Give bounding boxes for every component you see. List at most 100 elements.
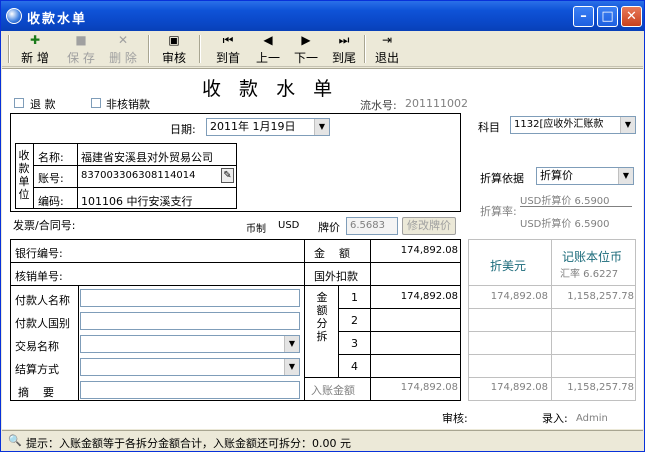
- last-button[interactable]: ⏭ 到尾: [328, 33, 360, 65]
- close-icon: ✕: [626, 9, 637, 24]
- close-button[interactable]: ✕: [621, 6, 642, 27]
- next-button[interactable]: ▶ 下一: [290, 33, 322, 65]
- rmb-value: 1,158,257.78: [567, 291, 634, 302]
- usd-column-header: 折美元: [490, 259, 527, 273]
- toolbar-separator: [199, 35, 201, 63]
- toolbar-separator: [148, 35, 150, 63]
- divider: [33, 143, 34, 209]
- amount-value: 174,892.08: [400, 245, 458, 256]
- exit-icon: ⇥: [381, 33, 393, 47]
- payer-country-input[interactable]: [80, 312, 300, 330]
- minimize-icon: –: [580, 9, 587, 24]
- divider: [468, 285, 636, 286]
- chevron-down-icon: ▼: [284, 359, 299, 375]
- audit-label: 审核:: [442, 412, 468, 425]
- rmb-total: 1,158,257.78: [567, 382, 634, 393]
- divider: [78, 285, 79, 401]
- divider: [468, 377, 636, 378]
- refund-checkbox[interactable]: [14, 98, 24, 108]
- invoice-label: 发票/合同号:: [13, 219, 76, 232]
- next-icon: ▶: [301, 33, 311, 47]
- audit-button[interactable]: ▣ 审核: [158, 33, 190, 65]
- main-window: 收款水单 – □ ✕ ✚ 新 增 ■ 保 存 ✕ 删 除 ▣ 审核 ⏮ 到首 ◀ 上一 ▶ 下…: [0, 0, 645, 452]
- first-button[interactable]: ⏮ 到首: [212, 33, 244, 65]
- edit-price-button[interactable]: 修改牌价: [402, 217, 456, 235]
- code-value: 101106 中行安溪支行: [81, 195, 193, 208]
- divider: [468, 354, 636, 355]
- divider: [33, 165, 237, 166]
- divider: [77, 143, 78, 209]
- settle-select[interactable]: ▼: [80, 358, 300, 376]
- hint-icon: 🔍: [8, 434, 22, 447]
- window-title: 收款水单: [27, 12, 88, 27]
- exit-button[interactable]: ⇥ 退出: [372, 33, 402, 65]
- delete-icon: ✕: [117, 33, 129, 47]
- nonaudit-checkbox[interactable]: [91, 98, 101, 108]
- title-bar: 收款水单 – □ ✕: [1, 1, 644, 31]
- save-button[interactable]: ■ 保 存: [64, 33, 98, 65]
- last-icon: ⏭: [338, 33, 350, 47]
- subject-value: 1132[应收外汇账款: [514, 119, 604, 130]
- toolbar-grip: [8, 35, 10, 63]
- receipt-form: 收 款 水 单 退 款 非核销款 流水号: 201111002 日期: 2011…: [2, 68, 643, 429]
- entry-amount-value: 174,892.08: [400, 382, 458, 393]
- amount-label: 金 额: [314, 247, 350, 260]
- account-label: 账号:: [38, 172, 64, 185]
- prev-button[interactable]: ◀ 上一: [252, 33, 284, 65]
- price-label: 牌价: [318, 221, 340, 234]
- minimize-button[interactable]: –: [573, 6, 594, 27]
- status-bar: 🔍 提示：入账金额等于各拆分金额合计，入账金额还可拆分：0.00 元: [2, 430, 643, 451]
- divider: [304, 377, 461, 378]
- price-input[interactable]: 6.5683: [346, 217, 398, 235]
- edit-account-icon[interactable]: ✎: [221, 168, 234, 183]
- date-picker[interactable]: 2011年 1月19日 ▼: [206, 118, 330, 136]
- chevron-down-icon: ▼: [618, 168, 633, 184]
- split-row-value: 174,892.08: [400, 291, 458, 302]
- toolbar-separator: [364, 35, 366, 63]
- nonaudit-label: 非核销款: [106, 98, 150, 111]
- form-heading: 收 款 水 单: [202, 78, 339, 100]
- divider: [520, 206, 632, 207]
- foreign-deduct-label: 国外扣款: [314, 270, 358, 283]
- convert-basis-select[interactable]: 折算价 ▼: [536, 167, 634, 185]
- rate-line-1: USD折算价 6.5900: [520, 196, 610, 207]
- remark-label: 摘 要: [18, 386, 54, 399]
- payer-country-label: 付款人国别: [15, 317, 70, 330]
- code-label: 编码:: [38, 195, 64, 208]
- subject-select[interactable]: 1132[应收外汇账款 ▼: [510, 116, 636, 134]
- save-icon: ■: [75, 33, 87, 47]
- entry-label: 录入:: [542, 412, 568, 425]
- rate-line-2: USD折算价 6.5900: [520, 219, 610, 230]
- name-label: 名称:: [38, 151, 64, 164]
- trade-select[interactable]: ▼: [80, 335, 300, 353]
- status-text: 提示：入账金额等于各拆分金额合计，入账金额还可拆分：0.00 元: [26, 437, 351, 450]
- payer-name-input[interactable]: [80, 289, 300, 307]
- remark-input[interactable]: [80, 381, 300, 399]
- maximize-button[interactable]: □: [597, 6, 618, 27]
- divider: [468, 308, 636, 309]
- split-row-no: 2: [351, 314, 358, 327]
- settle-label: 结算方式: [15, 363, 59, 376]
- usd-total: 174,892.08: [490, 382, 548, 393]
- delete-button[interactable]: ✕ 删 除: [106, 33, 140, 65]
- entry-amount-label: 入账金额: [311, 384, 355, 397]
- subject-label: 科目: [478, 121, 500, 134]
- serial-label: 流水号:: [360, 99, 397, 112]
- split-row-no: 3: [351, 337, 358, 350]
- convert-basis-label: 折算依据: [480, 172, 524, 185]
- divider: [338, 331, 461, 332]
- app-icon: [6, 8, 22, 24]
- divider: [10, 262, 461, 263]
- convert-rate-label: 折算率:: [480, 205, 517, 218]
- name-value: 福建省安溪县对外贸易公司: [81, 151, 213, 164]
- refund-label: 退 款: [30, 98, 56, 111]
- audit-icon: ▣: [168, 33, 180, 47]
- entry-user: Admin: [576, 413, 608, 424]
- currency-value: USD: [278, 220, 300, 231]
- date-label: 日期:: [170, 123, 196, 136]
- rmb-column-header: 记账本位币: [562, 250, 623, 264]
- date-value: 2011年 1月19日: [210, 120, 296, 133]
- verify-no-label: 核销单号:: [15, 270, 63, 283]
- prev-icon: ◀: [263, 33, 273, 47]
- new-button[interactable]: ✚ 新 增: [18, 33, 52, 65]
